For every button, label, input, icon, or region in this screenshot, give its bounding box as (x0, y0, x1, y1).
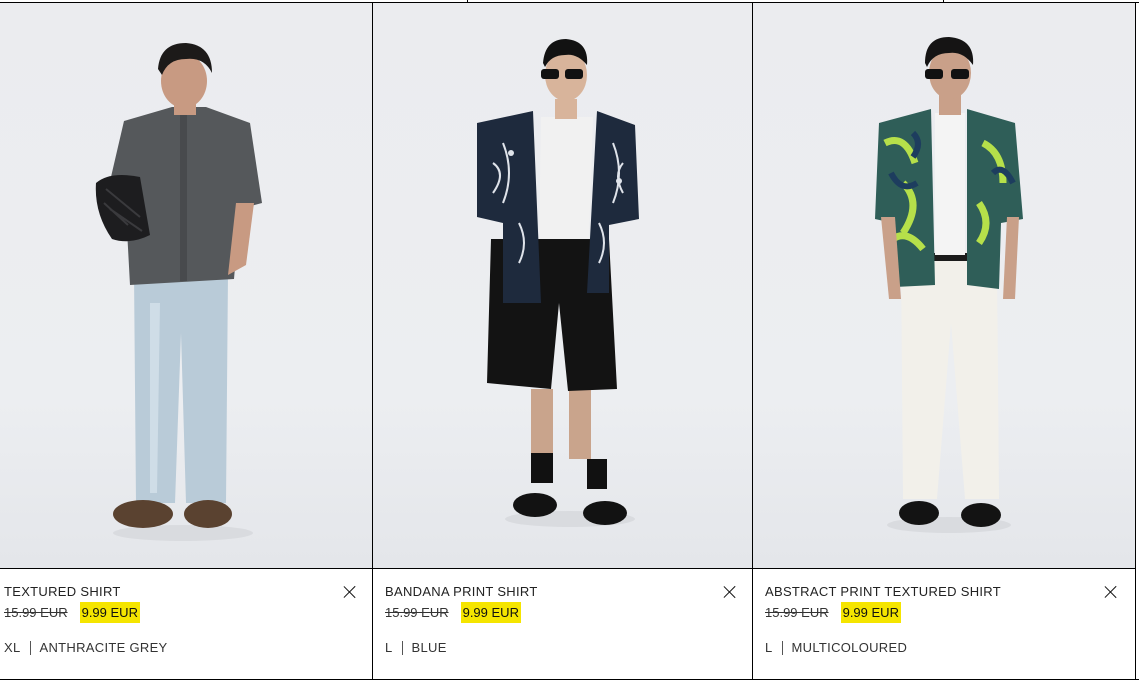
divider (401, 640, 403, 655)
colour-label: ANTHRACITE GREY (39, 640, 168, 655)
sale-price: 9.99 EUR (460, 602, 521, 623)
price-row: 15.99 EUR 9.99 EUR (765, 602, 901, 623)
model-photo-abstract-shirt (875, 37, 1023, 533)
price-row: 15.99 EUR 9.99 EUR (4, 602, 140, 623)
divider (781, 640, 783, 655)
product-card: ABSTRACT PRINT TEXTURED SHIRT 15.99 EUR … (753, 3, 1136, 679)
product-variant: L BLUE (385, 640, 447, 655)
sale-price: 9.99 EUR (840, 602, 901, 623)
price-row: 15.99 EUR 9.99 EUR (385, 602, 521, 623)
product-info: TEXTURED SHIRT 15.99 EUR 9.99 EUR XL ANT… (0, 570, 372, 679)
product-image[interactable] (373, 3, 752, 569)
size-label: L (765, 640, 773, 655)
bottom-border (0, 679, 1139, 680)
close-icon[interactable] (342, 584, 358, 600)
close-icon[interactable] (722, 584, 738, 600)
product-card: BANDANA PRINT SHIRT 15.99 EUR 9.99 EUR L… (373, 3, 753, 679)
product-name[interactable]: BANDANA PRINT SHIRT (385, 584, 538, 599)
size-label: XL (4, 640, 21, 655)
product-info: ABSTRACT PRINT TEXTURED SHIRT 15.99 EUR … (753, 570, 1135, 679)
product-info: BANDANA PRINT SHIRT 15.99 EUR 9.99 EUR L… (373, 570, 752, 679)
old-price: 15.99 EUR (385, 605, 449, 620)
model-photo-textured-shirt (95, 43, 262, 541)
colour-label: MULTICOLOURED (791, 640, 908, 655)
divider (29, 640, 31, 655)
product-grid: TEXTURED SHIRT 15.99 EUR 9.99 EUR XL ANT… (0, 3, 1139, 679)
product-name[interactable]: TEXTURED SHIRT (4, 584, 121, 599)
close-icon[interactable] (1103, 584, 1119, 600)
old-price: 15.99 EUR (4, 605, 68, 620)
colour-label: BLUE (411, 640, 447, 655)
product-variant: XL ANTHRACITE GREY (4, 640, 168, 655)
old-price: 15.99 EUR (765, 605, 829, 620)
product-image[interactable] (0, 3, 372, 569)
model-photo-bandana-shirt (477, 39, 639, 527)
product-image[interactable] (753, 3, 1135, 569)
size-label: L (385, 640, 393, 655)
product-variant: L MULTICOLOURED (765, 640, 907, 655)
product-name[interactable]: ABSTRACT PRINT TEXTURED SHIRT (765, 584, 1001, 599)
product-card: TEXTURED SHIRT 15.99 EUR 9.99 EUR XL ANT… (0, 3, 373, 679)
sale-price: 9.99 EUR (79, 602, 140, 623)
